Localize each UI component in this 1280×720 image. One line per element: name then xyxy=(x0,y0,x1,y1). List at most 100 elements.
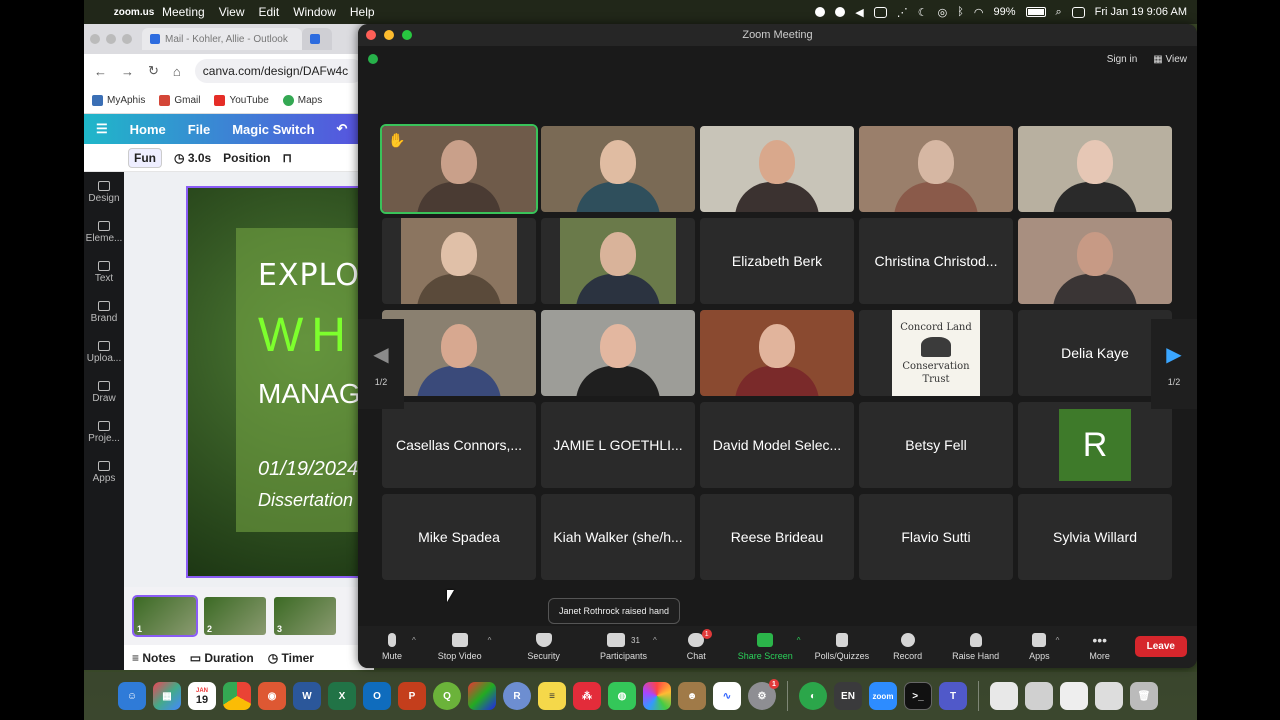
launchpad-icon[interactable]: ▦ xyxy=(153,682,181,710)
security-button[interactable]: Security xyxy=(527,633,560,661)
participant-tile[interactable] xyxy=(541,310,695,396)
participant-tile[interactable] xyxy=(700,126,854,212)
menu-view[interactable]: View xyxy=(219,5,245,19)
sidebar-projects[interactable]: Proje... xyxy=(84,412,124,452)
stats-icon[interactable]: ⋰ xyxy=(897,6,908,19)
sign-in-link[interactable]: Sign in xyxy=(1107,54,1138,65)
participant-tile[interactable] xyxy=(859,126,1013,212)
participant-tile[interactable]: Kiah Walker (she/h... xyxy=(541,494,695,580)
encryption-shield-icon[interactable] xyxy=(368,54,378,64)
participant-tile[interactable]: JAMIE L GOETHLI... xyxy=(541,402,695,488)
outlook-dock-icon[interactable]: O xyxy=(363,682,391,710)
participant-tile[interactable]: Mike Spadea xyxy=(382,494,536,580)
moon-icon[interactable]: ☾ xyxy=(918,6,928,19)
r-app-icon[interactable]: R xyxy=(503,682,531,710)
record-button[interactable]: Record xyxy=(893,633,922,661)
zoom-dock-icon[interactable]: zoom xyxy=(869,682,897,710)
slide-preview[interactable]: EXPLORING WHIT MANAGEMEN 01/19/2024 Diss… xyxy=(186,186,386,578)
forward-icon[interactable]: → xyxy=(121,64,134,79)
participant-tile[interactable] xyxy=(382,310,536,396)
terminal-icon[interactable]: >_ xyxy=(904,682,932,710)
participant-tile[interactable] xyxy=(700,310,854,396)
photos-icon[interactable] xyxy=(643,682,671,710)
bookmark-myaphis[interactable]: MyAphis xyxy=(92,95,145,106)
share-screen-button[interactable]: Share Screen xyxy=(738,633,793,661)
participant-tile[interactable]: Reese Brideau xyxy=(700,494,854,580)
tab-outlook[interactable]: Mail - Kohler, Allie - Outlook xyxy=(142,28,302,50)
teams-icon[interactable]: T xyxy=(939,682,967,710)
sidebar-brand[interactable]: Brand xyxy=(84,292,124,332)
min-dot[interactable] xyxy=(106,34,116,44)
globe-app-icon[interactable]: ◐ xyxy=(799,682,827,710)
airdrop-icon[interactable]: ◎ xyxy=(938,6,948,19)
reload-icon[interactable]: ↻ xyxy=(148,63,159,79)
chrome-icon[interactable] xyxy=(223,682,251,710)
close-dot[interactable] xyxy=(90,34,100,44)
view-button[interactable]: ▦ View xyxy=(1153,54,1187,65)
battery-icon[interactable] xyxy=(1025,7,1046,17)
timer-button[interactable]: ◷ Timer xyxy=(268,651,314,665)
next-page-button[interactable]: ▶ 1/2 xyxy=(1151,319,1197,409)
audio-options-chevron-icon[interactable]: ^ xyxy=(412,636,416,645)
participant-tile[interactable]: Delia Kaye xyxy=(1018,310,1172,396)
participant-tile[interactable] xyxy=(1018,218,1172,304)
trash-icon[interactable]: 🗑 xyxy=(1130,682,1158,710)
wifi-icon[interactable]: ◠ xyxy=(974,6,984,19)
polls-button[interactable]: Polls/Quizzes xyxy=(815,633,869,661)
document-stack-icon[interactable] xyxy=(990,682,1018,710)
share-options-chevron-icon[interactable]: ^ xyxy=(797,636,801,645)
thumbnail-page[interactable]: 1 xyxy=(132,595,198,637)
bookmark-youtube[interactable]: YouTube xyxy=(214,95,269,106)
participant-tile[interactable] xyxy=(541,218,695,304)
participant-tile[interactable]: Sylvia Willard xyxy=(1018,494,1172,580)
more-button[interactable]: ••• More xyxy=(1089,633,1110,661)
sidebar-apps[interactable]: Apps xyxy=(84,452,124,492)
thumbnail-page[interactable]: 2 xyxy=(204,597,266,635)
participant-tile[interactable]: Betsy Fell xyxy=(859,402,1013,488)
participant-tile[interactable] xyxy=(541,126,695,212)
settings-icon[interactable]: ⚙ 1 xyxy=(748,679,779,710)
folder-stack-icon[interactable] xyxy=(1025,682,1053,710)
zoom-close-button[interactable] xyxy=(366,30,376,40)
participant-tile[interactable] xyxy=(382,218,536,304)
fun-animation-button[interactable]: Fun xyxy=(128,147,162,168)
bookmark-maps[interactable]: Maps xyxy=(282,95,322,106)
finder-icon[interactable]: ☺ xyxy=(118,682,146,710)
excel-icon[interactable]: X xyxy=(328,682,356,710)
display-icon[interactable] xyxy=(873,6,887,18)
sidebar-uploads[interactable]: Uploa... xyxy=(84,332,124,372)
leave-button[interactable]: Leave xyxy=(1134,636,1187,657)
menu-window[interactable]: Window xyxy=(293,5,336,19)
canva-magic-switch[interactable]: Magic Switch xyxy=(232,122,314,137)
menu-app-name[interactable]: zoom.us xyxy=(114,0,155,26)
people-app-icon[interactable]: ⁂ xyxy=(573,682,601,710)
participants-button[interactable]: 31 Participants xyxy=(600,633,647,661)
menu-help[interactable]: Help xyxy=(350,5,375,19)
bluetooth-icon[interactable]: ᛒ xyxy=(957,6,964,18)
menu-edit[interactable]: Edit xyxy=(259,5,280,19)
bookmark-gmail[interactable]: Gmail xyxy=(159,95,200,106)
downloads-stack-icon[interactable] xyxy=(1095,682,1123,710)
duration-button[interactable]: ◷ 3.0s xyxy=(174,151,211,165)
mute-button[interactable]: Mute xyxy=(382,633,402,661)
word-icon[interactable]: W xyxy=(293,682,321,710)
participant-tile[interactable] xyxy=(1018,126,1172,212)
hamburger-icon[interactable]: ☰ xyxy=(96,121,108,137)
screenshot-stack-icon[interactable] xyxy=(1060,682,1088,710)
raise-hand-button[interactable]: Raise Hand xyxy=(952,633,999,661)
participant-tile[interactable]: David Model Selec... xyxy=(700,402,854,488)
stickies-icon[interactable]: ≡ xyxy=(538,682,566,710)
participant-tile[interactable]: Flavio Sutti xyxy=(859,494,1013,580)
participant-tile[interactable]: Christina Christod... xyxy=(859,218,1013,304)
canva-home[interactable]: Home xyxy=(130,122,166,137)
apps-options-chevron-icon[interactable]: ^ xyxy=(1056,636,1060,645)
volume-icon[interactable]: ◀︎ xyxy=(855,6,863,19)
calendar-icon[interactable]: JAN 19 xyxy=(188,682,216,710)
duration-bottom-button[interactable]: ▭ Duration xyxy=(190,651,254,665)
sidebar-draw[interactable]: Draw xyxy=(84,372,124,412)
canva-file[interactable]: File xyxy=(188,122,210,137)
previous-page-button[interactable]: ◀ 1/2 xyxy=(358,319,404,409)
language-icon[interactable]: EN xyxy=(834,682,862,710)
participants-options-chevron-icon[interactable]: ^ xyxy=(653,636,657,645)
sync-icon[interactable] xyxy=(835,7,846,17)
